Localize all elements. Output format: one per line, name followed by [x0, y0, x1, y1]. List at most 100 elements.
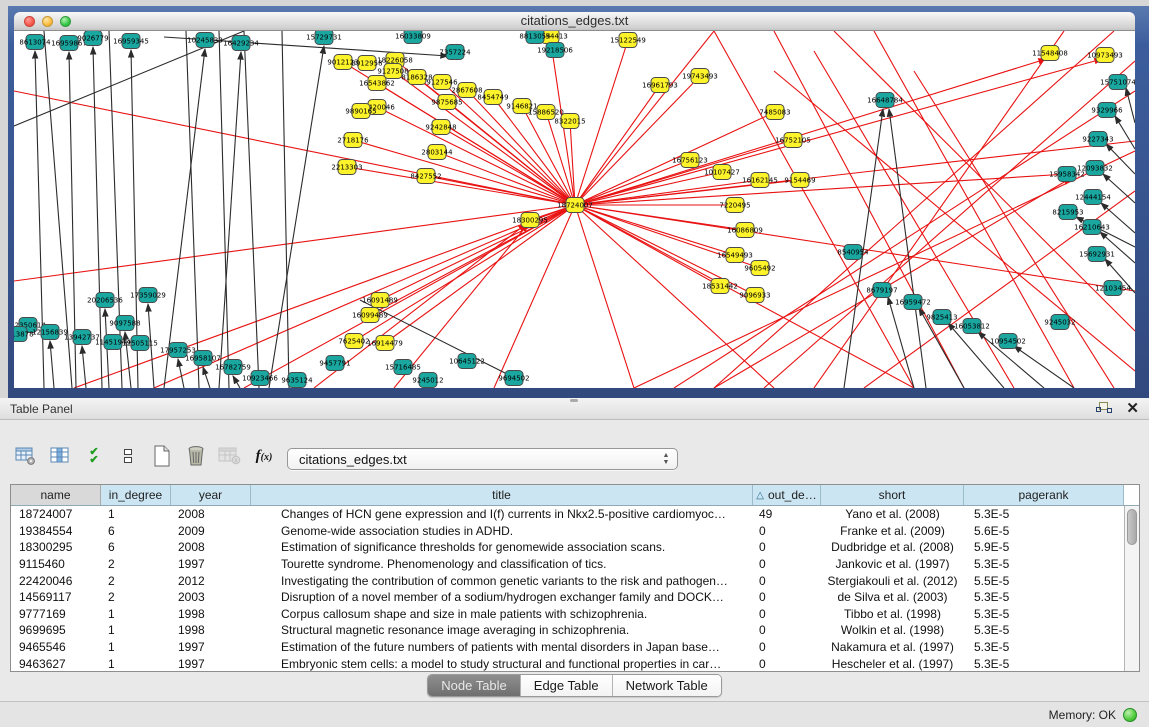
- cell[interactable]: 5.9E-5: [964, 540, 1124, 554]
- network-node[interactable]: 2213303: [331, 160, 362, 175]
- cell[interactable]: Tibbo et al. (1998): [821, 607, 964, 621]
- column-header-year[interactable]: year: [171, 485, 251, 505]
- cell[interactable]: 2: [101, 590, 171, 604]
- cell[interactable]: 5.3E-5: [964, 623, 1124, 637]
- cell[interactable]: 1: [101, 623, 171, 637]
- network-node[interactable]: 16961793: [642, 78, 678, 93]
- cell[interactable]: 5.3E-5: [964, 507, 1124, 521]
- network-node[interactable]: 9605492: [744, 261, 775, 276]
- cell[interactable]: 5.3E-5: [964, 607, 1124, 621]
- network-node[interactable]: 18531442: [702, 279, 738, 294]
- network-edge[interactable]: [1115, 116, 1135, 149]
- network-edge[interactable]: [674, 91, 1135, 388]
- zoom-window-button[interactable]: [60, 16, 71, 27]
- table-row[interactable]: 911546021997Tourette syndrome. Phenomeno…: [11, 556, 1139, 573]
- network-node[interactable]: 7357224: [439, 45, 471, 60]
- network-canvas[interactable]: 1872400718300295901212389129581822605891…: [14, 31, 1135, 388]
- network-edge[interactable]: [50, 341, 54, 388]
- cell[interactable]: 18300295: [11, 540, 101, 554]
- cell[interactable]: 9115460: [11, 557, 101, 571]
- cell[interactable]: 2: [101, 557, 171, 571]
- network-edge[interactable]: [889, 109, 926, 388]
- table-row[interactable]: 946554611997Estimation of the future num…: [11, 639, 1139, 656]
- cell[interactable]: 0: [753, 657, 821, 671]
- column-header-name[interactable]: name: [11, 485, 101, 505]
- network-node[interactable]: 19218506: [537, 43, 573, 58]
- network-edge[interactable]: [354, 205, 575, 341]
- network-node[interactable]: 16752105: [775, 133, 811, 148]
- scrollbar-thumb[interactable]: [1127, 509, 1137, 545]
- cell[interactable]: 5.6E-5: [964, 524, 1124, 538]
- splitter-handle[interactable]: [570, 399, 578, 402]
- cell[interactable]: Structural magnetic resonance image aver…: [251, 623, 753, 637]
- network-node[interactable]: 8540954: [837, 245, 869, 260]
- network-node[interactable]: 16099489: [352, 308, 388, 323]
- cell[interactable]: 0: [753, 623, 821, 637]
- network-edge[interactable]: [164, 49, 205, 388]
- network-edge[interactable]: [575, 205, 735, 255]
- minimize-window-button[interactable]: [42, 16, 53, 27]
- network-node[interactable]: 8215953: [1052, 205, 1083, 220]
- network-node[interactable]: 7220495: [719, 198, 750, 213]
- row-height-icon[interactable]: [114, 441, 142, 471]
- cell[interactable]: 6: [101, 524, 171, 538]
- cell[interactable]: Franke et al. (2009): [821, 524, 964, 538]
- delete-table-icon[interactable]: [182, 441, 210, 471]
- network-edge[interactable]: [1014, 346, 1074, 388]
- network-node[interactable]: 15692931: [1079, 247, 1115, 262]
- table-row[interactable]: 1830029562008Estimation of significance …: [11, 539, 1139, 556]
- cell[interactable]: Stergiakouli et al. (2012): [821, 574, 964, 588]
- table-row[interactable]: 2242004622012Investigating the contribut…: [11, 572, 1139, 589]
- network-node[interactable]: 7625402: [338, 334, 369, 349]
- column-header-out_de[interactable]: △out_de…: [753, 485, 821, 505]
- select-all-rows-icon[interactable]: ✔✔: [80, 441, 108, 471]
- cell[interactable]: Hescheler et al. (1997): [821, 657, 964, 671]
- cell[interactable]: 0: [753, 574, 821, 588]
- cell[interactable]: 9777169: [11, 607, 101, 621]
- cell[interactable]: 5.3E-5: [964, 657, 1124, 671]
- network-node[interactable]: 16210643: [1074, 220, 1110, 235]
- cell[interactable]: 19384554: [11, 524, 101, 538]
- cell[interactable]: Jankovic et al. (1997): [821, 557, 964, 571]
- cell[interactable]: Genome-wide association studies in ADHD.: [251, 524, 753, 538]
- network-node[interactable]: 16053812: [954, 319, 990, 334]
- network-node[interactable]: 10245833: [187, 33, 223, 48]
- cell[interactable]: 1997: [171, 640, 251, 654]
- cell[interactable]: 2008: [171, 507, 251, 521]
- cell[interactable]: 1: [101, 657, 171, 671]
- cell[interactable]: 1998: [171, 607, 251, 621]
- cell[interactable]: 18724007: [11, 507, 101, 521]
- network-edge[interactable]: [888, 297, 914, 388]
- cell[interactable]: 2003: [171, 590, 251, 604]
- network-node[interactable]: 9154469: [784, 173, 815, 188]
- memory-status-icon[interactable]: [1123, 708, 1137, 722]
- cell[interactable]: 22420046: [11, 574, 101, 588]
- cell[interactable]: 1: [101, 640, 171, 654]
- table-row[interactable]: 969969511998Structural magnetic resonanc…: [11, 622, 1139, 639]
- cell[interactable]: 1998: [171, 623, 251, 637]
- cell[interactable]: Estimation of significance thresholds fo…: [251, 540, 753, 554]
- new-table-icon[interactable]: [148, 441, 176, 471]
- network-node[interactable]: 9329966: [1091, 103, 1123, 118]
- network-node[interactable]: 9245012: [412, 373, 443, 388]
- tab-node-table[interactable]: Node Table: [428, 675, 520, 696]
- cell[interactable]: Yano et al. (2008): [821, 507, 964, 521]
- cell[interactable]: 5.3E-5: [964, 640, 1124, 654]
- network-node[interactable]: 9097588: [109, 316, 140, 331]
- network-edge[interactable]: [219, 52, 241, 388]
- network-edge[interactable]: [874, 31, 1074, 388]
- network-edge[interactable]: [269, 46, 324, 388]
- cell[interactable]: 9699695: [11, 623, 101, 637]
- network-edge[interactable]: [233, 376, 240, 388]
- cell[interactable]: 1997: [171, 557, 251, 571]
- cell[interactable]: 0: [753, 640, 821, 654]
- table-row[interactable]: 1872400712008Changes of HCN gene express…: [11, 506, 1139, 523]
- network-node[interactable]: 15729731: [306, 31, 342, 45]
- cell[interactable]: 6: [101, 540, 171, 554]
- column-header-short[interactable]: short: [821, 485, 964, 505]
- float-panel-button[interactable]: [1096, 402, 1112, 416]
- network-node[interactable]: 9694502: [498, 371, 529, 386]
- column-visibility-icon[interactable]: [46, 441, 74, 471]
- network-node[interactable]: 2718176: [337, 133, 369, 148]
- cell[interactable]: Corpus callosum shape and size in male p…: [251, 607, 753, 621]
